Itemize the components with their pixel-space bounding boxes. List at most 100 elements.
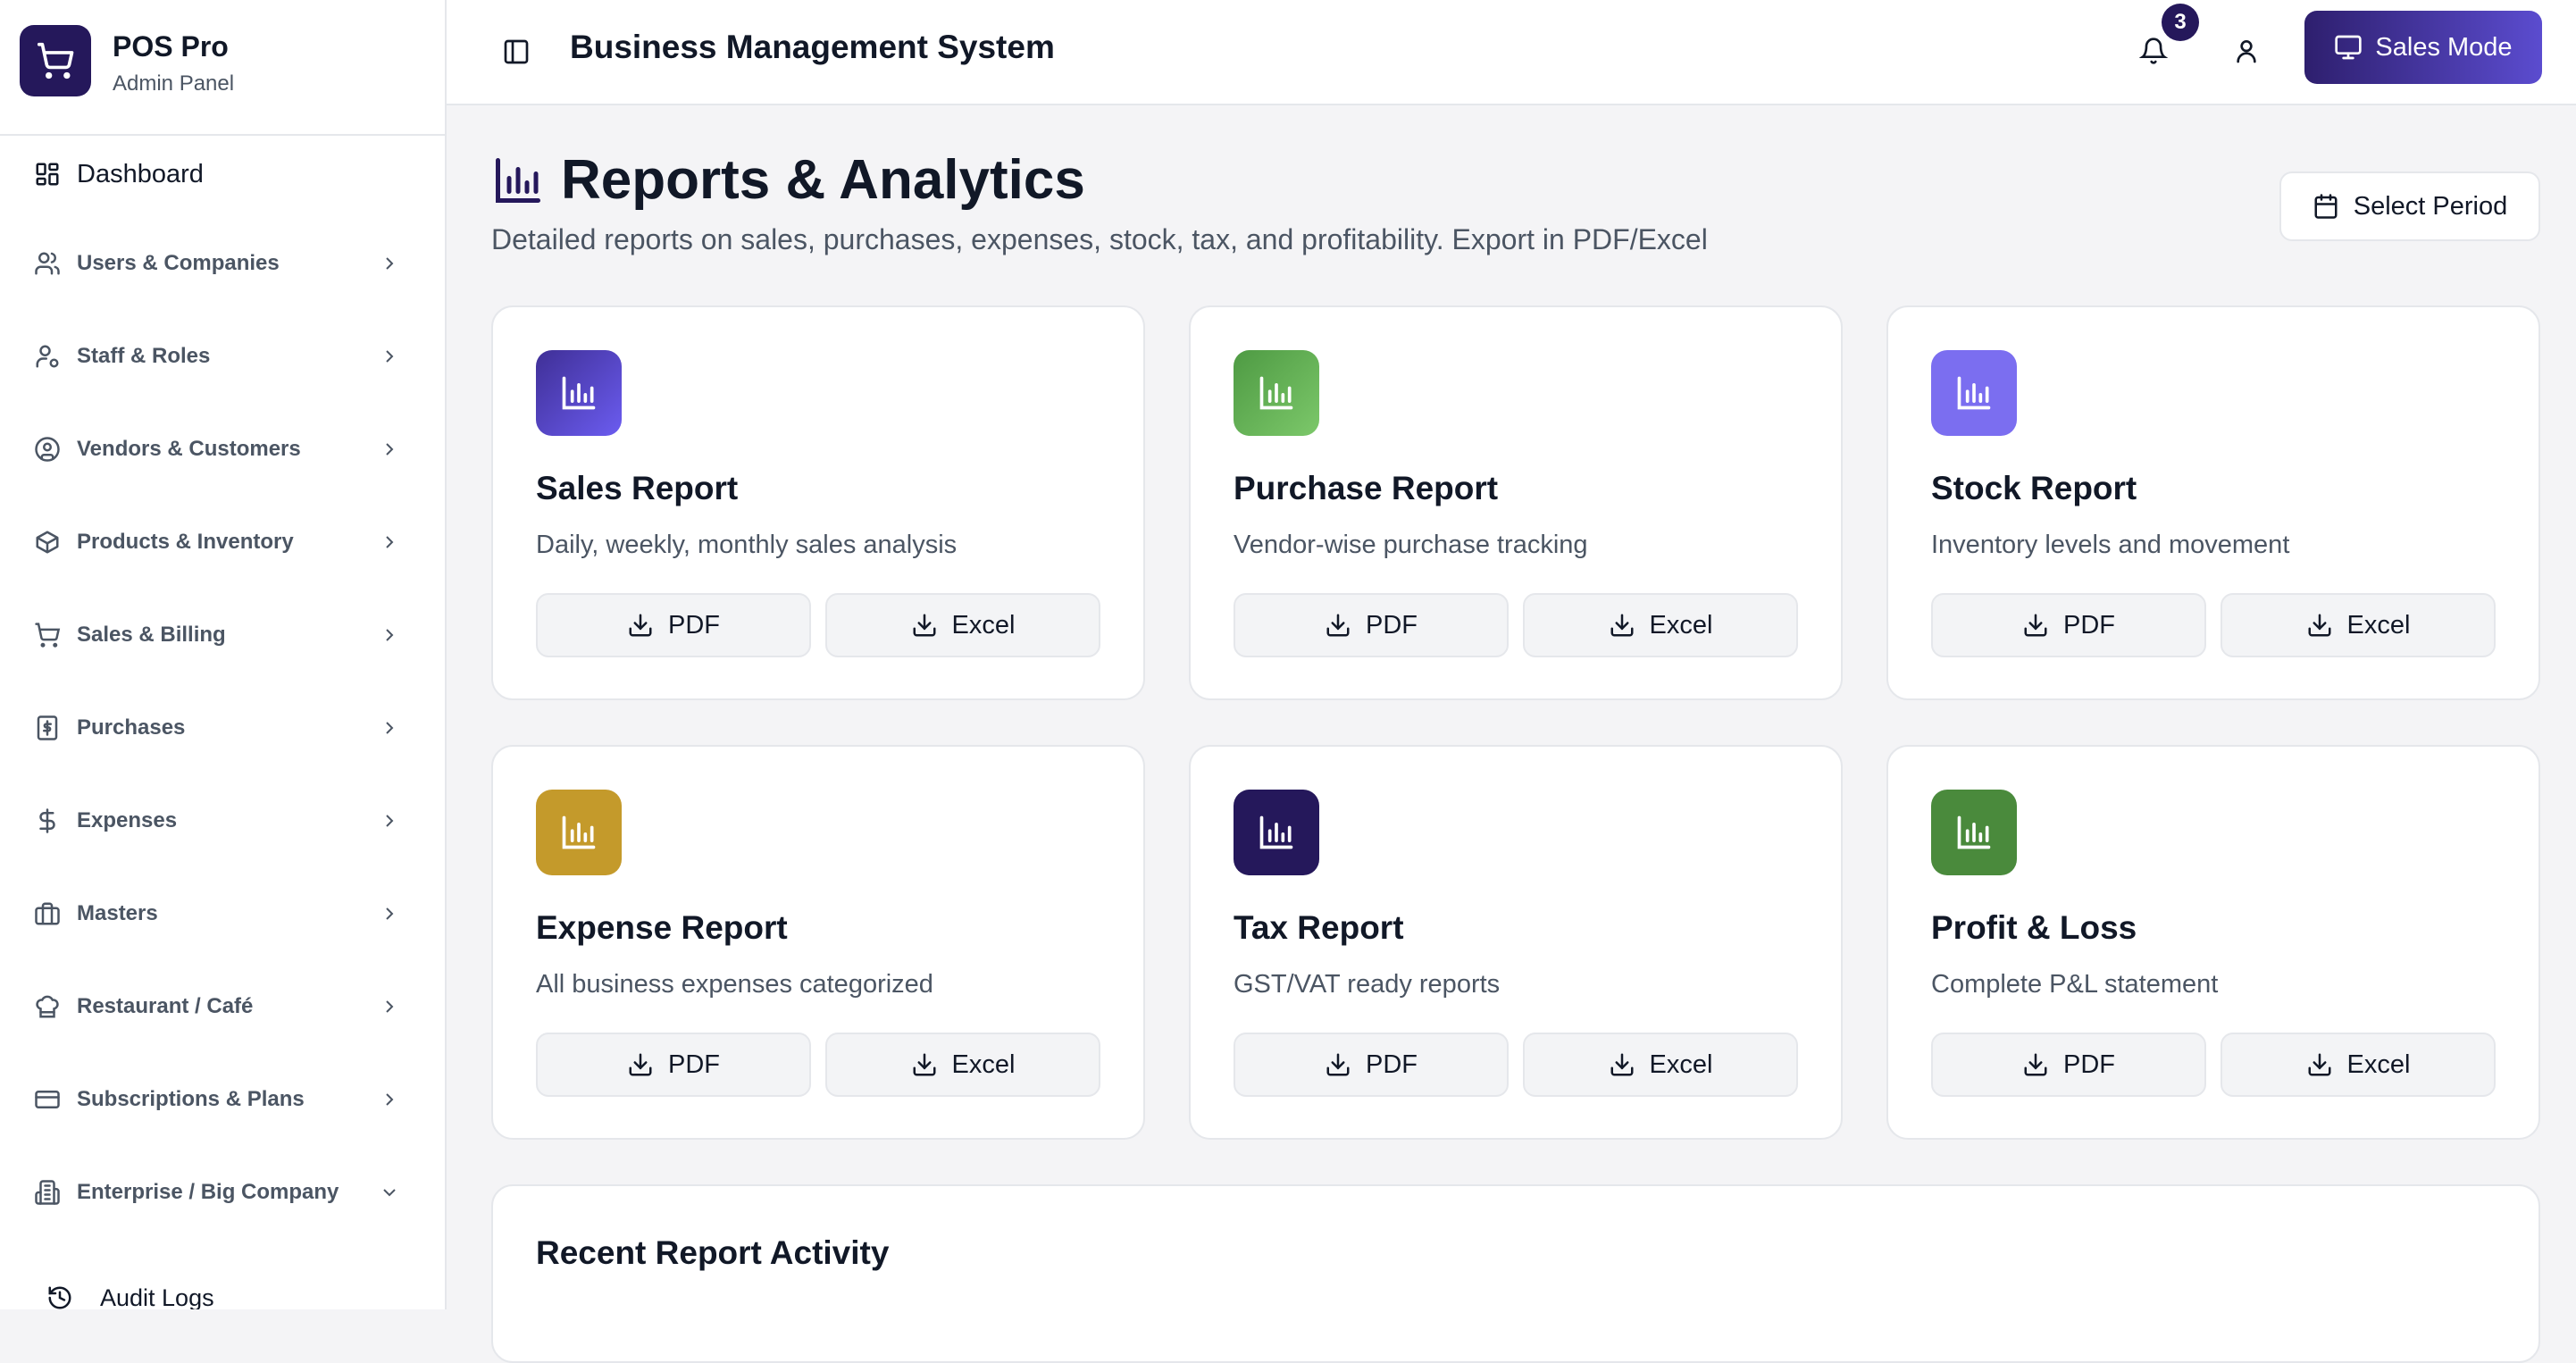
sidebar-item-products-inventory[interactable]: Products & Inventory — [0, 502, 445, 582]
chef-hat-icon — [36, 995, 59, 1018]
sidebar-item-label: Subscriptions & Plans — [77, 1087, 305, 1111]
download-icon — [1610, 1053, 1634, 1076]
bar-chart-icon — [496, 157, 540, 203]
pdf-label: PDF — [668, 1049, 720, 1079]
excel-label: Excel — [1649, 1049, 1713, 1079]
download-excel-button[interactable]: Excel — [825, 593, 1100, 657]
sidebar-subitem-audit-logs[interactable]: Audit Logs — [0, 1275, 445, 1310]
top-header: Business Management System 3 Sales Mode — [447, 0, 2576, 105]
sidebar-item-label: Audit Logs — [100, 1284, 214, 1310]
download-pdf-button[interactable]: PDF — [1234, 1033, 1509, 1097]
sidebar-item-label: Restaurant / Café — [77, 994, 254, 1018]
download-pdf-button[interactable]: PDF — [536, 1033, 811, 1097]
sidebar-item-subscriptions-plans[interactable]: Subscriptions & Plans — [0, 1059, 445, 1140]
download-icon — [629, 614, 652, 637]
download-icon — [913, 614, 936, 637]
excel-label: Excel — [2346, 610, 2411, 640]
header-title: Business Management System — [570, 29, 1055, 65]
app-name: POS Pro — [113, 30, 229, 63]
bar-chart-icon — [1234, 790, 1319, 875]
monitor-icon — [2335, 35, 2363, 60]
pdf-label: PDF — [668, 610, 720, 640]
sales-mode-button[interactable]: Sales Mode — [2304, 11, 2542, 84]
download-pdf-button[interactable]: PDF — [1931, 1033, 2206, 1097]
cart-icon — [35, 623, 61, 648]
chevron-right-icon — [386, 815, 394, 827]
sidebar-item-label: Dashboard — [77, 159, 204, 188]
download-icon — [629, 1053, 652, 1076]
pdf-label: PDF — [1366, 1049, 1418, 1079]
report-card-stock: Stock Report Inventory levels and moveme… — [1886, 305, 2540, 700]
report-description: Inventory levels and movement — [1931, 531, 2290, 559]
report-card-sales: Sales Report Daily, weekly, monthly sale… — [491, 305, 1145, 700]
report-card-expense: Expense Report All business expenses cat… — [491, 745, 1145, 1140]
sidebar-item-dashboard[interactable]: Dashboard — [0, 134, 445, 214]
pdf-label: PDF — [2063, 610, 2115, 640]
chevron-right-icon — [386, 536, 394, 548]
sidebar-toggle-button[interactable] — [497, 32, 536, 71]
download-pdf-button[interactable]: PDF — [536, 593, 811, 657]
report-description: Complete P&L statement — [1931, 970, 2219, 999]
download-pdf-button[interactable]: PDF — [1931, 593, 2206, 657]
report-card-profit-loss: Profit & Loss Complete P&L statement PDF… — [1886, 745, 2540, 1140]
pdf-label: PDF — [1366, 610, 1418, 640]
cart-logo-icon — [20, 25, 91, 96]
download-icon — [1326, 1053, 1350, 1076]
sidebar-item-label: Expenses — [77, 808, 178, 832]
report-title: Expense Report — [536, 909, 788, 946]
download-icon — [1610, 614, 1634, 637]
bar-chart-icon — [536, 350, 622, 436]
app-subtitle: Admin Panel — [113, 71, 235, 96]
download-icon — [2024, 1053, 2047, 1076]
report-title: Profit & Loss — [1931, 909, 2137, 946]
report-title: Sales Report — [536, 470, 739, 506]
chevron-right-icon — [386, 907, 394, 920]
recent-activity-panel: Recent Report Activity — [491, 1184, 2540, 1363]
sidebar-item-label: Products & Inventory — [77, 530, 294, 554]
profile-button[interactable] — [2224, 29, 2269, 73]
download-excel-button[interactable]: Excel — [2221, 593, 2496, 657]
receipt-icon — [37, 715, 58, 740]
recent-activity-title: Recent Report Activity — [536, 1234, 890, 1271]
bar-chart-icon — [1931, 790, 2017, 875]
select-period-button[interactable]: Select Period — [2279, 171, 2540, 241]
report-title: Tax Report — [1234, 909, 1404, 946]
sidebar-item-vendors-customers[interactable]: Vendors & Customers — [0, 409, 445, 489]
download-excel-button[interactable]: Excel — [1523, 1033, 1798, 1097]
report-title: Purchase Report — [1234, 470, 1499, 506]
download-excel-button[interactable]: Excel — [2221, 1033, 2496, 1097]
download-icon — [2024, 614, 2047, 637]
history-icon — [48, 1286, 71, 1309]
sidebar-item-masters[interactable]: Masters — [0, 874, 445, 954]
brand-header: POS Pro Admin Panel — [0, 0, 445, 136]
sidebar-item-enterprise[interactable]: Enterprise / Big Company — [0, 1152, 445, 1233]
excel-label: Excel — [951, 1049, 1016, 1079]
panel-left-icon — [504, 39, 529, 64]
report-description: GST/VAT ready reports — [1234, 970, 1501, 999]
chevron-right-icon — [386, 722, 394, 734]
chevron-right-icon — [386, 350, 394, 363]
download-excel-button[interactable]: Excel — [825, 1033, 1100, 1097]
calendar-icon — [2314, 194, 2338, 219]
sidebar-item-purchases[interactable]: Purchases — [0, 688, 445, 768]
user-icon — [2237, 40, 2256, 63]
download-pdf-button[interactable]: PDF — [1234, 593, 1509, 657]
page-title: Reports & Analytics — [561, 149, 1085, 211]
bar-chart-icon — [1234, 350, 1319, 436]
users-icon — [35, 252, 60, 275]
download-icon — [913, 1053, 936, 1076]
sidebar-item-staff-roles[interactable]: Staff & Roles — [0, 316, 445, 397]
report-description: Daily, weekly, monthly sales analysis — [536, 531, 958, 559]
sidebar-item-restaurant-cafe[interactable]: Restaurant / Café — [0, 966, 445, 1047]
sidebar-item-sales-billing[interactable]: Sales & Billing — [0, 595, 445, 675]
excel-label: Excel — [951, 610, 1016, 640]
sidebar-item-expenses[interactable]: Expenses — [0, 781, 445, 861]
bar-chart-icon — [1931, 350, 2017, 436]
dollar-icon — [39, 808, 55, 833]
bell-icon — [2139, 38, 2168, 64]
credit-card-icon — [35, 1091, 60, 1108]
download-excel-button[interactable]: Excel — [1523, 593, 1798, 657]
sidebar-item-users-companies[interactable]: Users & Companies — [0, 223, 445, 304]
sidebar-item-label: Purchases — [77, 715, 186, 740]
chevron-down-icon — [383, 1189, 396, 1197]
